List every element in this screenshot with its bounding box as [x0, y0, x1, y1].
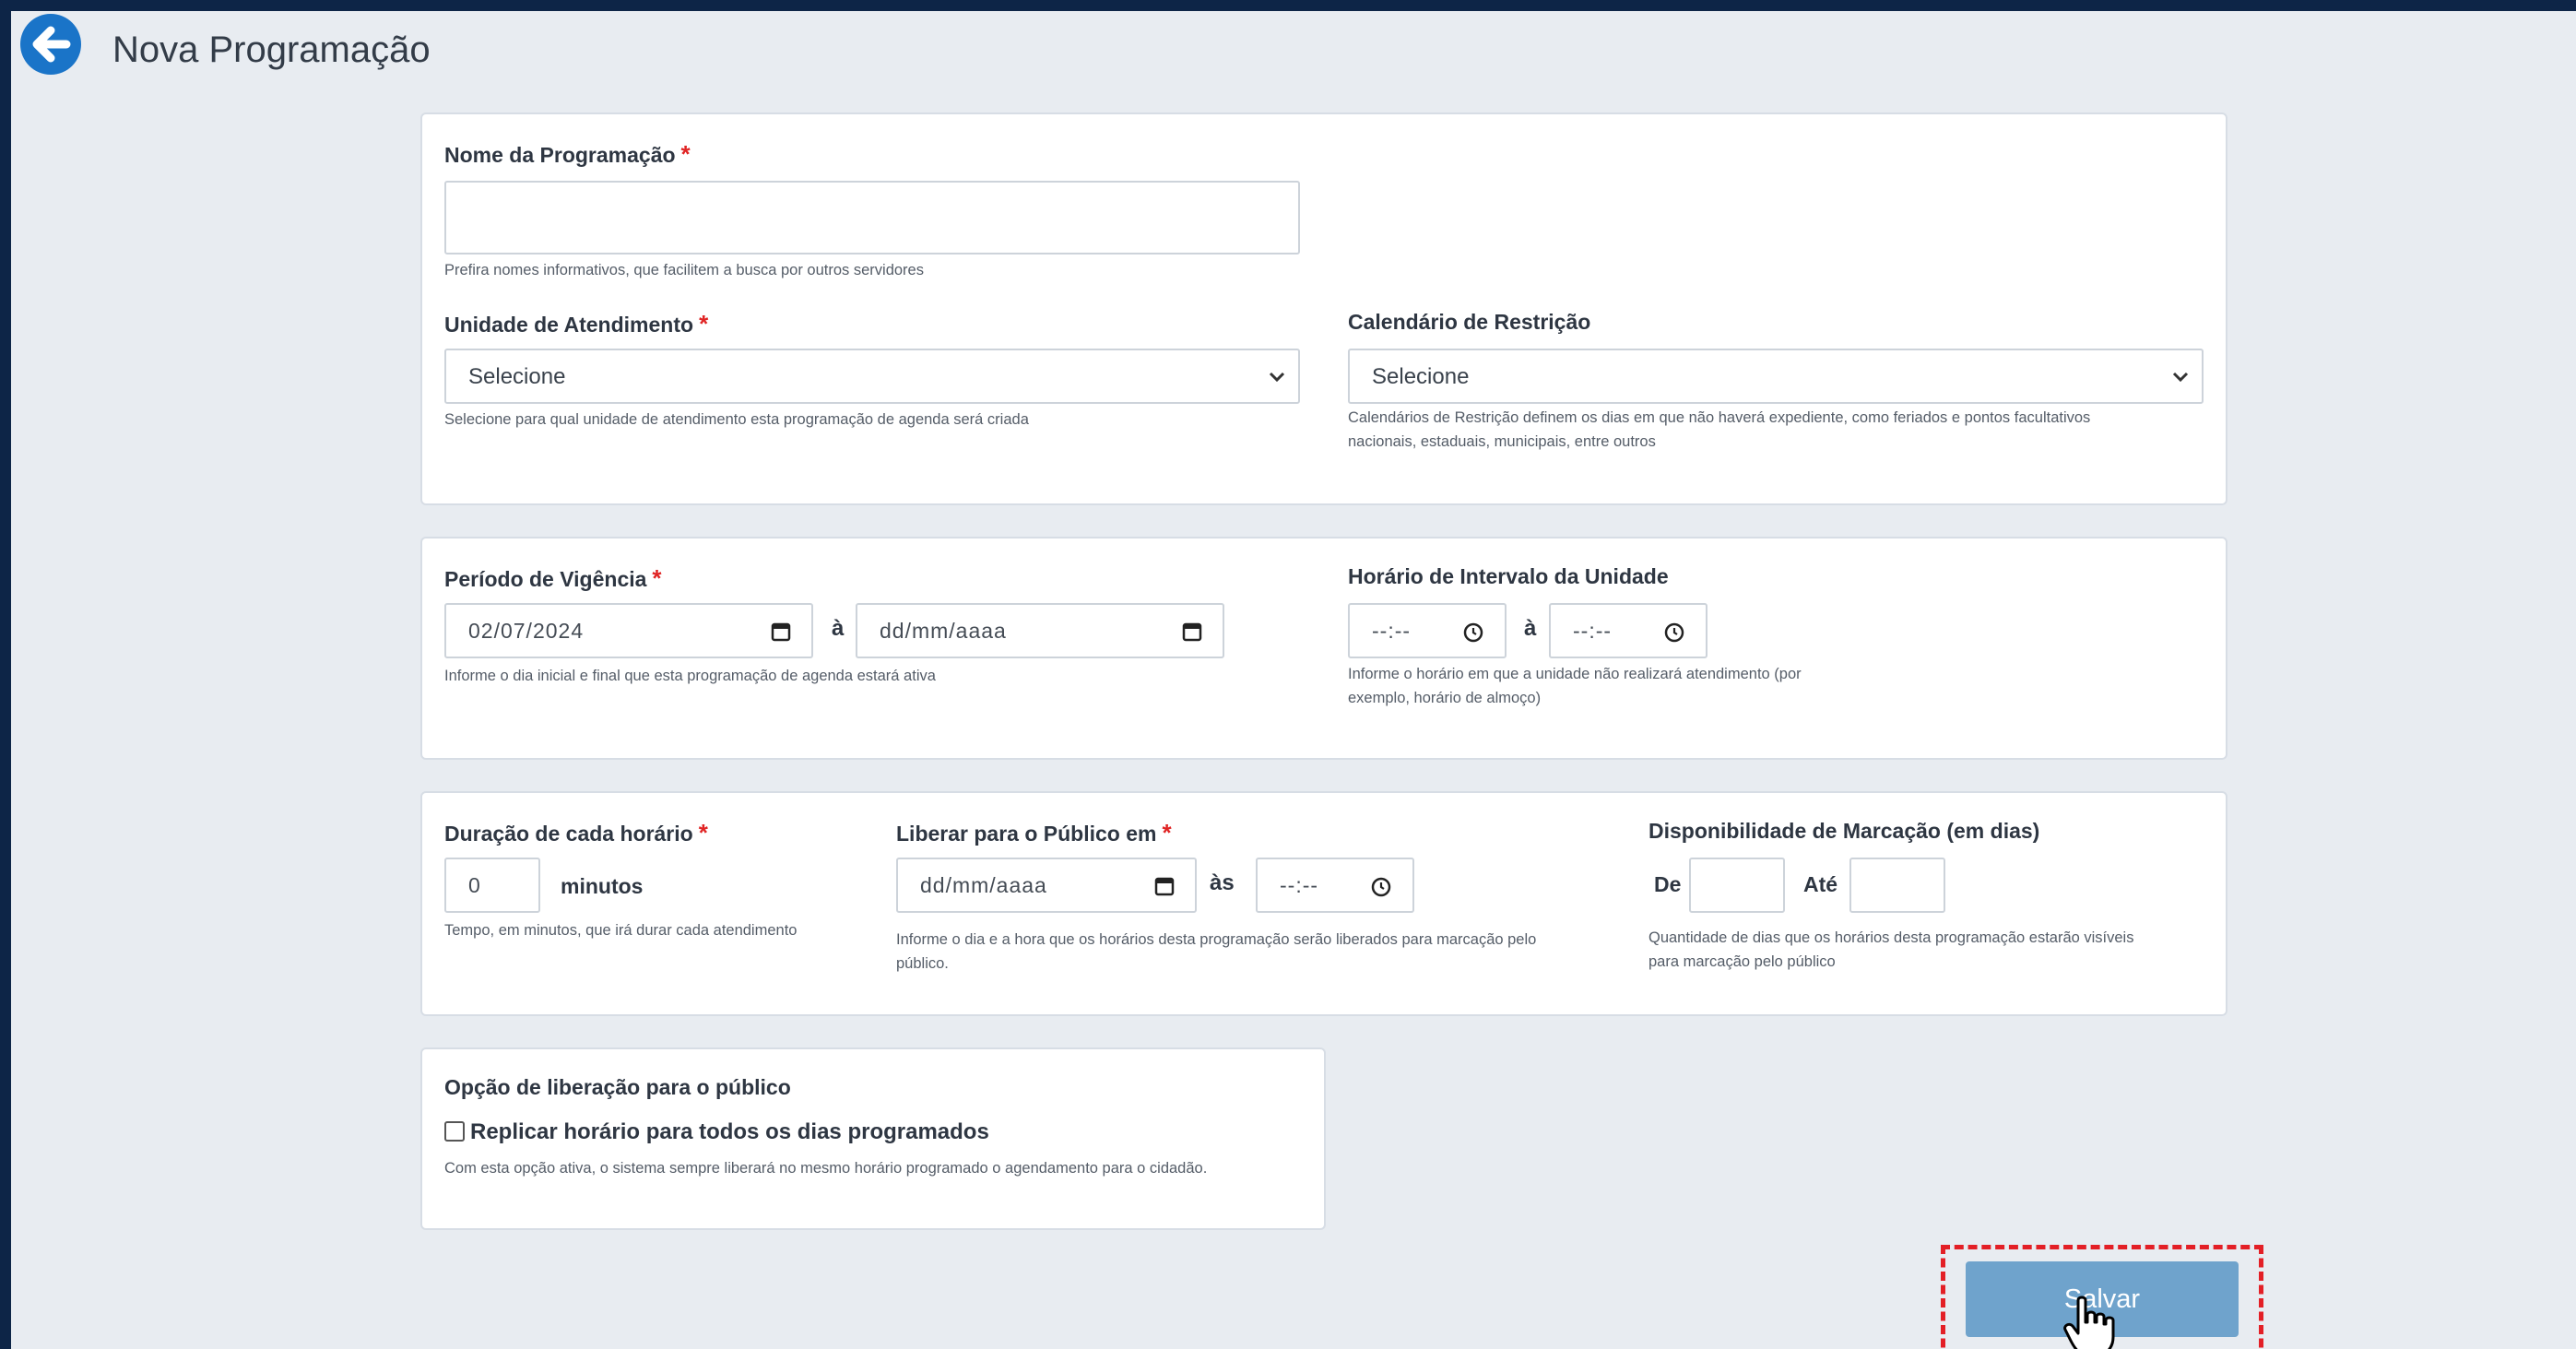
chevron-down-icon — [1269, 372, 1285, 383]
calendar-icon[interactable] — [1182, 621, 1202, 642]
pointer-hand-icon — [2063, 1296, 2115, 1349]
calendario-help-2: nacionais, estaduais, municipais, entre … — [1348, 433, 1656, 450]
calendario-label: Calendário de Restrição — [1348, 310, 1591, 334]
disponibilidade-help-1: Quantidade de dias que os horários desta… — [1648, 929, 2134, 946]
intervalo-start-time[interactable]: --:-- — [1348, 603, 1507, 658]
nome-help: Prefira nomes informativos, que facilite… — [444, 262, 924, 278]
replicar-checkbox-label[interactable]: Replicar horário para todos os dias prog… — [470, 1119, 989, 1145]
unidade-select[interactable]: Selecione — [444, 349, 1300, 404]
periodo-help: Informe o dia inicial e final que esta p… — [444, 668, 936, 684]
periodo-label: Período de Vigência * — [444, 564, 662, 592]
clock-icon[interactable] — [1462, 621, 1484, 644]
opcao-label: Opção de liberação para o público — [444, 1075, 791, 1099]
calendario-select[interactable]: Selecione — [1348, 349, 2204, 404]
disponibilidade-help-2: para marcação pelo público — [1648, 953, 1836, 970]
duracao-unit: minutos — [561, 874, 644, 898]
liberar-time[interactable]: --:-- — [1256, 858, 1414, 913]
replicar-checkbox[interactable] — [444, 1121, 465, 1142]
intervalo-end-time[interactable]: --:-- — [1549, 603, 1707, 658]
unidade-label: Unidade de Atendimento * — [444, 310, 709, 337]
disponibilidade-de-input[interactable] — [1689, 858, 1785, 913]
liberar-separator: às — [1210, 870, 1235, 895]
liberar-help-2: público. — [896, 955, 949, 972]
periodo-start-date[interactable]: 02/07/2024 — [444, 603, 813, 658]
clock-icon[interactable] — [1370, 876, 1392, 898]
clock-icon[interactable] — [1663, 621, 1685, 644]
disponibilidade-ate-input[interactable] — [1849, 858, 1945, 913]
unidade-help: Selecione para qual unidade de atendimen… — [444, 411, 1029, 428]
duracao-help: Tempo, em minutos, que irá durar cada at… — [444, 922, 798, 939]
liberar-label: Liberar para o Público em * — [896, 819, 1172, 846]
calendario-help-1: Calendários de Restrição definem os dias… — [1348, 409, 2091, 426]
opcao-help: Com esta opção ativa, o sistema sempre l… — [444, 1160, 1208, 1177]
intervalo-help-1: Informe o horário em que a unidade não r… — [1348, 666, 1802, 682]
duracao-input[interactable]: 0 — [444, 858, 540, 913]
page: Nova Programação Nome da Programação * Pr… — [11, 11, 2576, 1349]
intervalo-label: Horário de Intervalo da Unidade — [1348, 564, 1669, 588]
duracao-label: Duração de cada horário * — [444, 819, 708, 846]
nome-label: Nome da Programação * — [444, 140, 691, 168]
liberar-help-1: Informe o dia e a hora que os horários d… — [896, 931, 1537, 948]
intervalo-separator: à — [1524, 616, 1537, 641]
disponibilidade-de-label: De — [1654, 872, 1682, 896]
nome-input[interactable] — [444, 181, 1300, 254]
disponibilidade-ate-label: Até — [1803, 872, 1838, 896]
intervalo-help-2: exemplo, horário de almoço) — [1348, 690, 1542, 706]
disponibilidade-label: Disponibilidade de Marcação (em dias) — [1648, 819, 2040, 843]
card-general — [420, 112, 2227, 505]
periodo-end-date[interactable]: dd/mm/aaaa — [856, 603, 1224, 658]
chevron-down-icon — [2172, 372, 2189, 383]
periodo-separator: à — [832, 616, 845, 641]
calendar-icon[interactable] — [1154, 876, 1175, 896]
back-button[interactable] — [20, 14, 81, 75]
arrow-left-icon — [32, 26, 71, 63]
calendar-icon[interactable] — [771, 621, 791, 642]
liberar-date[interactable]: dd/mm/aaaa — [896, 858, 1197, 913]
page-title: Nova Programação — [112, 30, 431, 70]
